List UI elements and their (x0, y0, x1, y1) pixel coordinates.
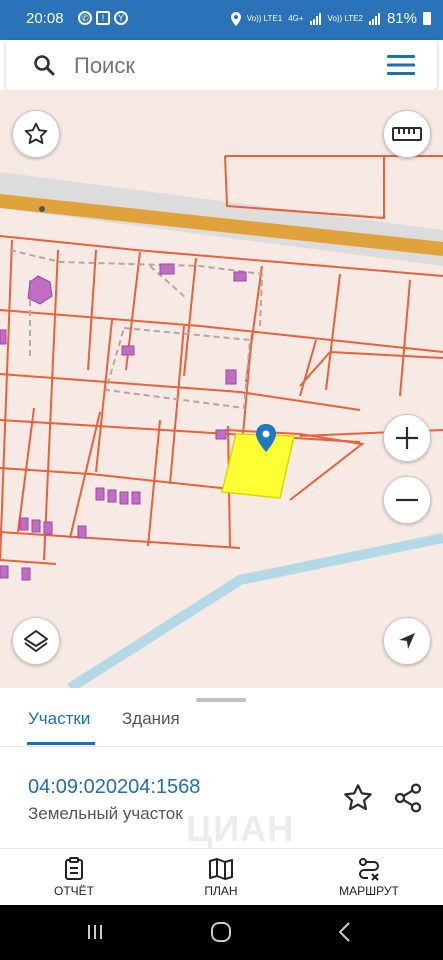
map-plan-icon (209, 858, 233, 880)
cadastral-number[interactable]: 04:09:020204:1568 (28, 776, 200, 799)
search-bar (6, 40, 437, 90)
zoom-out-button[interactable] (383, 476, 431, 524)
drag-handle[interactable] (196, 698, 246, 702)
map-view[interactable] (0, 90, 443, 688)
report-button[interactable]: ОТЧЁТ (44, 849, 104, 906)
favorite-star-icon[interactable] (342, 782, 374, 814)
star-outline-icon (24, 122, 48, 144)
system-nav-bar (0, 905, 443, 960)
location-icon (230, 11, 241, 26)
route-icon (359, 858, 379, 881)
status-time: 20:08 (26, 10, 64, 27)
network-left: Vo)) LTE1 (246, 13, 283, 23)
signal-icon-2 (368, 12, 380, 25)
tabs-divider (0, 746, 443, 747)
network-right: Vo)) LTE2 (327, 13, 363, 23)
battery-icon (423, 12, 431, 25)
minus-icon (396, 498, 418, 502)
plus-icon (396, 427, 418, 449)
watermark-text: ЦИАН (186, 808, 295, 849)
layers-button[interactable] (12, 617, 60, 665)
ruler-button[interactable] (383, 110, 431, 158)
road-marker (39, 206, 45, 212)
status-bar: 20:08 ✆ ! Y Vo)) LTE1 4G+ Vo)) LTE2 81% (0, 0, 443, 40)
route-button[interactable]: МАРШРУТ (326, 849, 412, 906)
search-input[interactable] (72, 50, 356, 82)
object-type-label: Земельный участок (28, 804, 183, 823)
tab-parcels[interactable]: Участки (28, 709, 90, 729)
wifi-off-icon: Y (114, 11, 128, 25)
hamburger-menu-icon[interactable] (387, 54, 415, 76)
navigation-arrow-icon (399, 633, 415, 649)
battery-percent: 81% (386, 10, 417, 27)
selected-parcel[interactable] (221, 433, 295, 499)
plan-button[interactable]: ПЛАН (191, 849, 251, 906)
active-tab-indicator (27, 742, 95, 745)
plan-label: ПЛАН (204, 884, 238, 898)
favorites-button[interactable] (12, 110, 60, 158)
share-icon[interactable] (392, 782, 424, 814)
search-icon[interactable] (32, 53, 56, 77)
alert-icon: ! (96, 11, 110, 25)
home-icon[interactable] (206, 919, 236, 945)
tab-buildings[interactable]: Здания (122, 709, 180, 729)
recent-apps-icon[interactable] (80, 919, 110, 945)
signal-icon (309, 12, 321, 25)
my-location-button[interactable] (383, 617, 431, 665)
report-icon (65, 857, 83, 880)
cadastral-map (0, 90, 443, 688)
ruler-icon (392, 127, 422, 141)
layers-icon (24, 630, 48, 652)
route-label: МАРШРУТ (339, 884, 399, 898)
zoom-in-button[interactable] (383, 414, 431, 462)
back-icon[interactable] (330, 919, 360, 945)
report-label: ОТЧЁТ (53, 884, 94, 898)
whatsapp-icon: ✆ (78, 11, 92, 25)
action-bar: ОТЧЁТ ПЛАН МАРШРУТ (0, 848, 443, 906)
network-mid: 4G+ (288, 13, 304, 23)
